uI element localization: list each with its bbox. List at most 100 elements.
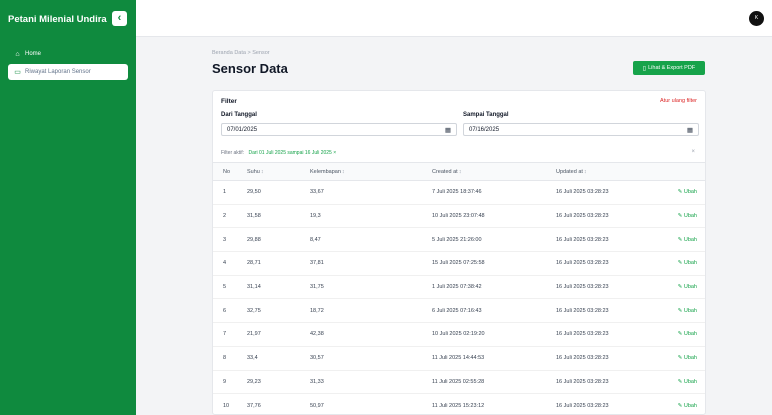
cell-kelembapan: 30,57: [310, 346, 432, 371]
cell-no: 5: [213, 275, 247, 300]
cell-updated: 16 Juli 2025 03:28:23: [556, 227, 677, 253]
page-title: Sensor Data: [212, 61, 288, 76]
edit-button[interactable]: ✎ Ubah: [677, 204, 705, 229]
column-header-action: [677, 162, 705, 181]
from-date-input[interactable]: 07/01/2025 ▦: [221, 123, 457, 136]
cell-updated: 16 Juli 2025 03:28:23: [556, 180, 677, 205]
cell-no: 9: [213, 370, 247, 395]
edit-button[interactable]: ✎ Ubah: [677, 275, 705, 300]
table-row: 4 28,71 37,81 15 Juli 2025 07:25:58 16 Juli …: [213, 251, 705, 276]
edit-label: Ubah: [683, 331, 697, 338]
column-header-updated[interactable]: Updated at↕: [556, 162, 677, 181]
edit-button[interactable]: ✎ Ubah: [677, 180, 705, 205]
column-header-kelembapan[interactable]: Kelembapan↕: [310, 162, 432, 181]
edit-label: Ubah: [683, 260, 697, 267]
edit-label: Ubah: [683, 402, 697, 409]
cell-no: 6: [213, 298, 247, 324]
table-row: 1 29,50 33,67 7 Juli 2025 18:37:46 16 Juli 2…: [213, 180, 705, 205]
edit-button[interactable]: ✎ Ubah: [677, 298, 705, 324]
edit-label: Ubah: [683, 189, 697, 196]
table-row: 3 29,88 8,47 5 Juli 2025 21:26:00 16 Juli 20…: [213, 227, 705, 253]
cell-kelembapan: 31,33: [310, 370, 432, 395]
active-filter-tag[interactable]: Dari 01 Juli 2025 sampai 16 Juli 2025 ×: [248, 150, 336, 156]
table-row: 7 21,97 42,38 10 Juli 2025 02:19:20 16 Juli …: [213, 322, 705, 347]
cell-kelembapan: 8,47: [310, 227, 432, 253]
calendar-icon[interactable]: ▦: [445, 126, 451, 134]
table-row: 8 33,4 30,57 11 Juli 2025 14:44:53 16 Juli 2…: [213, 346, 705, 371]
document-icon: ▯: [642, 65, 647, 72]
edit-label: Ubah: [683, 355, 697, 362]
cell-kelembapan: 18,72: [310, 298, 432, 324]
avatar[interactable]: K: [749, 11, 764, 26]
edit-button[interactable]: ✎ Ubah: [677, 370, 705, 395]
cell-created: 11 Juli 2025 14:44:53: [432, 346, 556, 371]
column-header-suhu[interactable]: Suhu↕: [247, 162, 310, 181]
table-header-row: No Suhu↕ Kelembapan↕ Created at↕ Updated…: [213, 162, 705, 181]
cell-created: 15 Juli 2025 07:25:58: [432, 251, 556, 276]
to-date-input[interactable]: 07/16/2025 ▦: [463, 123, 699, 136]
cell-no: 2: [213, 204, 247, 229]
cell-suhu: 21,97: [247, 322, 310, 347]
cell-suhu: 31,14: [247, 275, 310, 300]
calendar-icon[interactable]: ▦: [687, 126, 693, 134]
active-filter-label: Filter aktif:: [221, 150, 245, 156]
edit-label: Ubah: [683, 378, 697, 385]
edit-button[interactable]: ✎ Ubah: [677, 251, 705, 276]
chevron-left-icon[interactable]: ‹: [112, 11, 127, 26]
sort-icon: ↕: [341, 168, 345, 175]
cell-suhu: 28,71: [247, 251, 310, 276]
cell-no: 10: [213, 393, 247, 414]
cell-suhu: 33,4: [247, 346, 310, 371]
breadcrumb: Beranda Data > Sensor: [212, 50, 270, 56]
cell-created: 10 Juli 2025 02:19:20: [432, 322, 556, 347]
sensor-data-card: Filter Atur ulang filter Dari Tanggal 07…: [212, 90, 706, 415]
edit-button[interactable]: ✎ Ubah: [677, 346, 705, 371]
filter-title: Filter: [221, 98, 237, 105]
cell-created: 5 Juli 2025 21:26:00: [432, 227, 556, 253]
column-header-no: No: [213, 162, 247, 181]
cell-kelembapan: 31,75: [310, 275, 432, 300]
close-icon[interactable]: ×: [691, 149, 695, 155]
cell-created: 1 Juli 2025 07:38:42: [432, 275, 556, 300]
edit-button[interactable]: ✎ Ubah: [677, 227, 705, 253]
cell-kelembapan: 19,3: [310, 204, 432, 229]
export-pdf-button[interactable]: ▯ Lihat & Export PDF: [633, 61, 705, 75]
reset-filter-link[interactable]: Atur ulang filter: [660, 98, 697, 104]
sort-icon: ↕: [583, 168, 587, 175]
home-icon: ⌂: [15, 50, 20, 58]
cell-kelembapan: 50,97: [310, 393, 432, 414]
sidebar-item-label: Home: [25, 51, 42, 57]
cell-updated: 16 Juli 2025 03:28:23: [556, 251, 677, 276]
cell-created: 10 Juli 2025 23:07:48: [432, 204, 556, 229]
sidebar-item-home[interactable]: ⌂ Home: [8, 46, 128, 62]
cell-updated: 16 Juli 2025 03:28:23: [556, 275, 677, 300]
table-row: 6 32,75 18,72 6 Juli 2025 07:16:43 16 Juli 2…: [213, 298, 705, 324]
cell-suhu: 29,88: [247, 227, 310, 253]
cell-updated: 16 Juli 2025 03:28:23: [556, 322, 677, 347]
table-row: 2 31,58 19,3 10 Juli 2025 23:07:48 16 Juli 2…: [213, 204, 705, 229]
edit-label: Ubah: [683, 236, 697, 243]
table-row: 5 31,14 31,75 1 Juli 2025 07:38:42 16 Juli 2…: [213, 275, 705, 300]
sidebar-item-sensor-report[interactable]: ▭ Riwayat Laporan Sensor: [8, 64, 128, 80]
export-pdf-label: Lihat & Export PDF: [648, 65, 696, 71]
edit-button[interactable]: ✎ Ubah: [677, 393, 705, 414]
edit-label: Ubah: [683, 213, 697, 220]
column-header-created[interactable]: Created at↕: [432, 162, 556, 181]
cell-no: 1: [213, 180, 247, 205]
cell-kelembapan: 42,38: [310, 322, 432, 347]
cell-suhu: 29,50: [247, 180, 310, 205]
edit-button[interactable]: ✎ Ubah: [677, 322, 705, 347]
from-date-value: 07/01/2025: [227, 126, 258, 133]
cell-suhu: 31,58: [247, 204, 310, 229]
cell-updated: 16 Juli 2025 03:28:23: [556, 393, 677, 414]
cell-no: 4: [213, 251, 247, 276]
to-date-value: 07/16/2025: [469, 126, 500, 133]
sort-icon: ↕: [260, 168, 264, 175]
to-date-label: Sampai Tanggal: [463, 112, 509, 118]
cell-updated: 16 Juli 2025 03:28:23: [556, 346, 677, 371]
cell-no: 3: [213, 227, 247, 253]
cell-updated: 16 Juli 2025 03:28:23: [556, 298, 677, 324]
cell-kelembapan: 33,67: [310, 180, 432, 205]
top-bar: [136, 0, 772, 37]
sort-icon: ↕: [458, 168, 462, 175]
